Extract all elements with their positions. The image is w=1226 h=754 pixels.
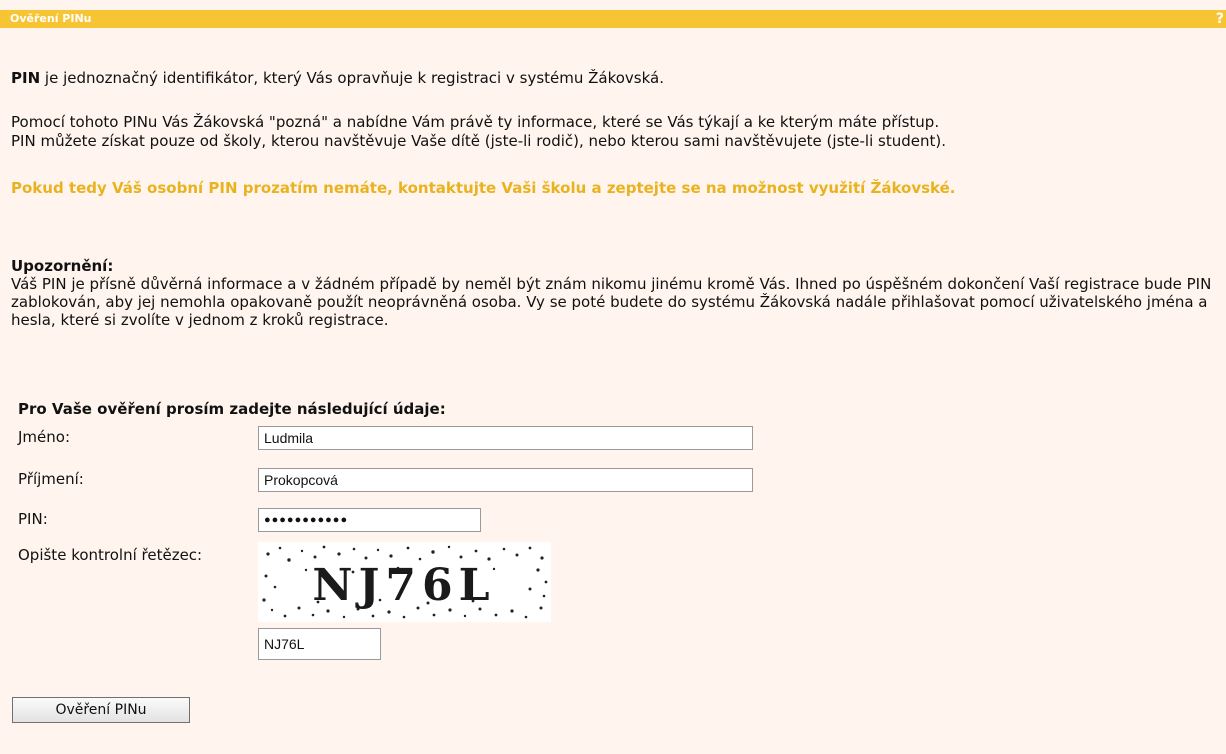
intro-text: PIN je jednoznačný identifikátor, který … (11, 69, 664, 87)
verification-form: Pro Vaše ověření prosím zadejte následuj… (18, 400, 753, 660)
info-line-1: Pomocí tohoto PINu Vás Žákovská "pozná" … (11, 113, 940, 131)
pin-label: PIN: (18, 510, 48, 528)
pin-term: PIN (11, 69, 41, 87)
captcha-text: NJ76L (312, 560, 495, 611)
window-title: Ověření PINu (10, 12, 92, 25)
captcha-label: Opište kontrolní řetězec: (18, 546, 203, 564)
highlight-message: Pokud tedy Váš osobní PIN prozatím nemát… (11, 179, 956, 197)
captcha-input[interactable]: NJ76L (258, 628, 381, 660)
pin-field[interactable]: ●●●●●●●●●●● (258, 508, 481, 532)
intro-description: je jednoznačný identifikátor, který Vás … (40, 69, 665, 87)
last-name-field[interactable]: Prokopcová (258, 468, 753, 492)
notice-text: Váš PIN je přísně důvěrná informace a v … (11, 275, 1212, 329)
help-icon[interactable]: ? (1216, 10, 1224, 28)
info-line-2: PIN můžete získat pouze od školy, kterou… (11, 132, 946, 150)
verify-pin-button[interactable]: Ověření PINu (12, 697, 190, 723)
captcha-image: NJ76L (258, 542, 551, 622)
notice-block: Upozornění: Váš PIN je přísně důvěrná in… (11, 257, 1216, 329)
first-name-label: Jméno: (18, 428, 71, 446)
last-name-label: Příjmení: (18, 470, 84, 488)
window-titlebar: Ověření PINu ? (0, 10, 1226, 28)
form-heading: Pro Vaše ověření prosím zadejte následuj… (18, 400, 446, 418)
first-name-field[interactable]: Ludmila (258, 426, 753, 450)
info-paragraph: Pomocí tohoto PINu Vás Žákovská "pozná" … (11, 113, 946, 151)
notice-title: Upozornění: (11, 257, 114, 275)
